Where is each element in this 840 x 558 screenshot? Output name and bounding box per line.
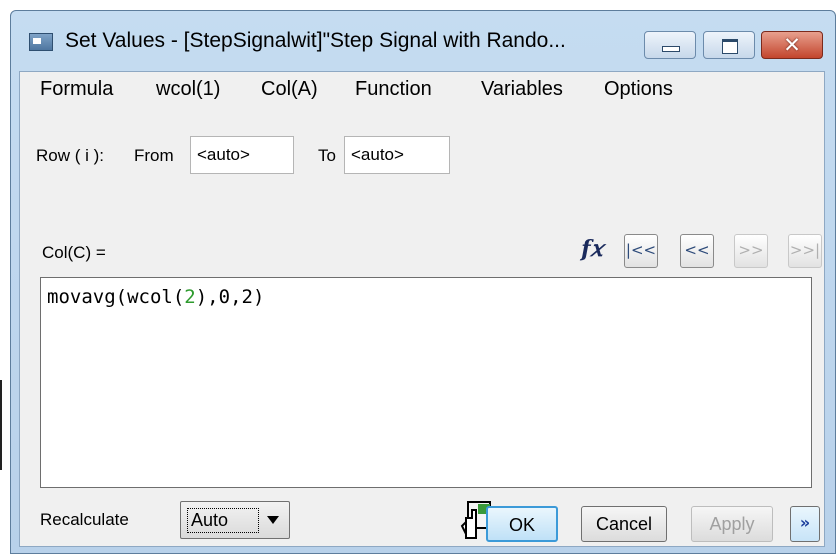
formula-editor[interactable]: movavg(wcol(2),0,2)	[40, 277, 812, 488]
recalculate-dropdown[interactable]: Auto	[180, 501, 290, 539]
chevron-down-icon	[267, 516, 279, 524]
previous-button[interactable]: <<	[680, 234, 714, 268]
to-input[interactable]: <auto>	[344, 136, 450, 174]
title-bar[interactable]: Set Values - [StepSignalwit]"Step Signal…	[11, 11, 835, 73]
cancel-button[interactable]: Cancel	[581, 506, 667, 542]
column-label: Col(C) =	[42, 243, 106, 262]
function-search-button[interactable]: f𝑥	[572, 232, 612, 268]
set-values-dialog: Set Values - [StepSignalwit]"Step Signal…	[10, 10, 836, 554]
close-button[interactable]: ✕	[761, 31, 823, 59]
next-button[interactable]: >>	[734, 234, 768, 268]
formula-arg2: 0	[218, 286, 231, 308]
formula-comma: ,	[230, 286, 242, 308]
dialog-body: Formula wcol(1) Col(A) Function Variable…	[19, 71, 825, 547]
background-edge-line	[0, 380, 2, 470]
close-icon: ✕	[783, 33, 801, 57]
row-range-label: Row ( i ):	[36, 146, 104, 165]
formula-arg1: 2	[184, 286, 196, 308]
menu-options[interactable]: Options	[604, 78, 673, 101]
apply-button[interactable]: Apply	[691, 506, 773, 542]
maximize-button[interactable]	[703, 31, 755, 59]
to-label: To	[318, 146, 336, 165]
fx-search-icon: f𝑥	[581, 236, 603, 262]
menu-wcol[interactable]: wcol(1)	[156, 78, 220, 101]
menu-variables[interactable]: Variables	[481, 78, 563, 101]
formula-mid: ),	[195, 286, 219, 308]
ok-button[interactable]: OK	[486, 506, 558, 542]
menu-bar: Formula wcol(1) Col(A) Function Variable…	[20, 72, 824, 106]
formula-fn: movavg(wcol(	[47, 286, 185, 308]
window-icon	[29, 33, 53, 51]
recalculate-value: Auto	[187, 508, 259, 533]
window-title: Set Values - [StepSignalwit]"Step Signal…	[65, 29, 566, 52]
formula-arg3: 2	[241, 286, 253, 308]
from-label: From	[134, 146, 174, 165]
first-row-button[interactable]: |<<	[624, 234, 658, 268]
recalculate-label: Recalculate	[40, 510, 129, 529]
menu-col-a[interactable]: Col(A)	[261, 78, 318, 101]
formula-end: )	[252, 286, 265, 308]
expand-button[interactable]: »	[790, 506, 820, 542]
from-input[interactable]: <auto>	[190, 136, 294, 174]
minimize-button[interactable]	[644, 31, 696, 59]
menu-formula[interactable]: Formula	[40, 78, 113, 101]
last-row-button[interactable]: >>|	[788, 234, 822, 268]
menu-function[interactable]: Function	[355, 78, 432, 101]
